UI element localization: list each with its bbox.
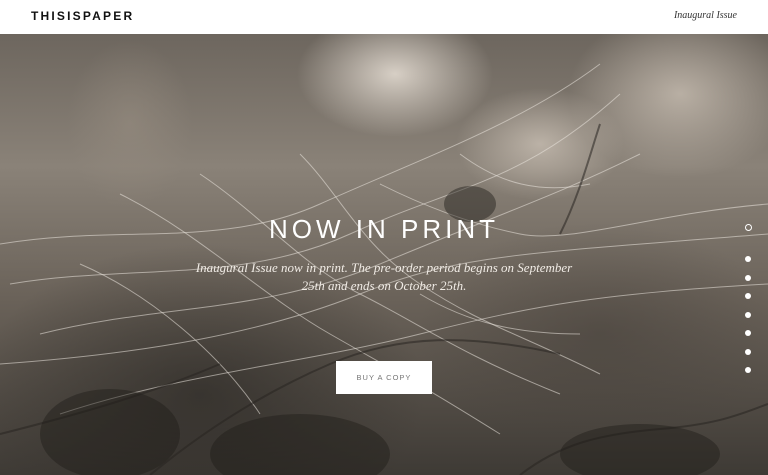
pagination-dot-2[interactable] (745, 256, 751, 262)
pagination-dot-3[interactable] (745, 274, 751, 281)
pagination-dot-1[interactable] (744, 224, 752, 231)
inaugural-issue-link[interactable]: Inaugural Issue (674, 10, 737, 21)
pagination-dot-4[interactable] (745, 293, 751, 299)
hero-section: NOW IN PRINT Inaugural Issue now in prin… (0, 34, 768, 475)
hero-subtitle: Inaugural Issue now in print. The pre-or… (195, 260, 573, 293)
buy-a-copy-button[interactable]: BUY A COPY (336, 361, 432, 394)
slide-pagination (744, 224, 752, 386)
pagination-dot-7[interactable] (745, 348, 751, 355)
pagination-dot-5[interactable] (745, 311, 751, 318)
pagination-dot-8[interactable] (745, 367, 751, 373)
site-logo[interactable]: THISISPAPER (31, 9, 134, 23)
pagination-dot-6[interactable] (745, 330, 751, 336)
hero-title: NOW IN PRINT (269, 214, 499, 244)
hero-background-image (0, 63, 768, 475)
top-navigation-bar: THISISPAPER Inaugural Issue (0, 0, 768, 34)
